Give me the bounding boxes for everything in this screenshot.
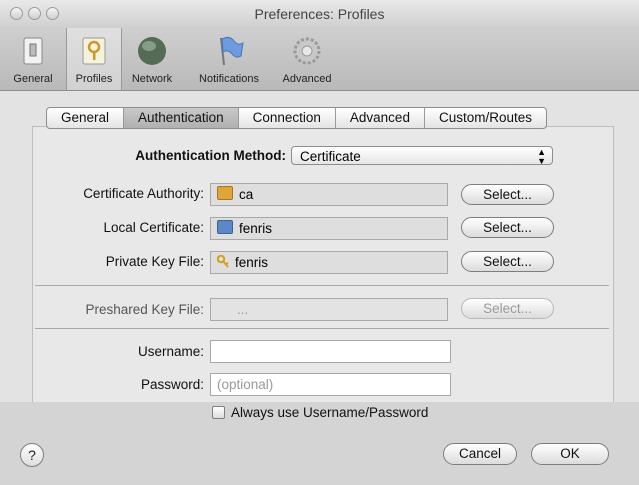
profile-key-icon (82, 37, 106, 65)
certificate-authority-label: Certificate Authority: (83, 186, 204, 201)
key-icon (216, 253, 229, 268)
toolbar-advanced[interactable]: Advanced (276, 28, 338, 90)
always-use-checkbox[interactable] (212, 406, 225, 419)
tab-bar: General Authentication Connection Advanc… (46, 107, 547, 129)
tab-advanced[interactable]: Advanced (336, 108, 425, 128)
title-bar: Preferences: Profiles (0, 0, 639, 28)
toolbar-profiles[interactable]: Profiles (66, 28, 122, 90)
local-certificate-field[interactable]: fenris (210, 217, 448, 240)
separator (35, 285, 609, 286)
preshared-key-file-label: Preshared Key File: (85, 302, 204, 317)
toolbar-general[interactable]: General (0, 28, 66, 90)
toolbar-network[interactable]: Network (122, 28, 182, 90)
local-certificate-select-button[interactable]: Select... (461, 217, 554, 238)
toolbar-general-label: General (13, 73, 53, 85)
username-label: Username: (137, 344, 204, 359)
tab-connection[interactable]: Connection (239, 108, 336, 128)
private-key-file-value: fenris (235, 255, 269, 270)
preshared-key-file-select-button[interactable]: Select... (461, 298, 554, 319)
tab-custom-routes[interactable]: Custom/Routes (425, 108, 546, 128)
certificate-icon (217, 220, 233, 234)
password-label: Password: (140, 377, 204, 392)
certificate-authority-field[interactable]: ca (210, 183, 448, 206)
ok-button[interactable]: OK (531, 443, 609, 465)
toolbar-notifications[interactable]: Notifications (188, 28, 270, 90)
preshared-key-file-field[interactable]: ... (210, 298, 448, 321)
certificate-icon (217, 186, 233, 200)
toolbar-network-label: Network (131, 73, 173, 85)
local-certificate-label: Local Certificate: (103, 220, 204, 235)
auth-method-value: Certificate (300, 149, 361, 164)
network-globe-icon (138, 37, 166, 65)
preferences-toolbar: General Profiles Network Notifications A… (0, 28, 639, 91)
separator (35, 328, 609, 329)
username-field[interactable] (210, 340, 451, 363)
tab-general[interactable]: General (47, 108, 125, 128)
toolbar-notifications-label: Notifications (199, 73, 259, 85)
help-button[interactable]: ? (20, 443, 44, 467)
certificate-authority-select-button[interactable]: Select... (461, 184, 554, 205)
password-field[interactable]: (optional) (210, 373, 451, 396)
private-key-file-select-button[interactable]: Select... (461, 251, 554, 272)
cancel-button[interactable]: Cancel (443, 443, 517, 465)
auth-method-label: Authentication Method: (135, 148, 286, 163)
private-key-file-field[interactable]: fenris (210, 251, 448, 274)
always-use-label: Always use Username/Password (231, 405, 429, 420)
tab-authentication[interactable]: Authentication (124, 108, 239, 128)
popup-arrows-icon: ▲ ▼ (537, 147, 546, 166)
toolbar-profiles-label: Profiles (75, 73, 113, 85)
toolbar-advanced-label: Advanced (282, 73, 332, 85)
certificate-authority-value: ca (239, 187, 254, 202)
auth-method-popup[interactable]: Certificate ▲ ▼ (291, 146, 553, 166)
local-certificate-value: fenris (239, 221, 273, 236)
window-title: Preferences: Profiles (254, 6, 385, 22)
flag-icon (220, 36, 244, 66)
private-key-file-label: Private Key File: (105, 254, 204, 269)
gear-icon (293, 37, 321, 65)
switch-icon (23, 37, 43, 65)
